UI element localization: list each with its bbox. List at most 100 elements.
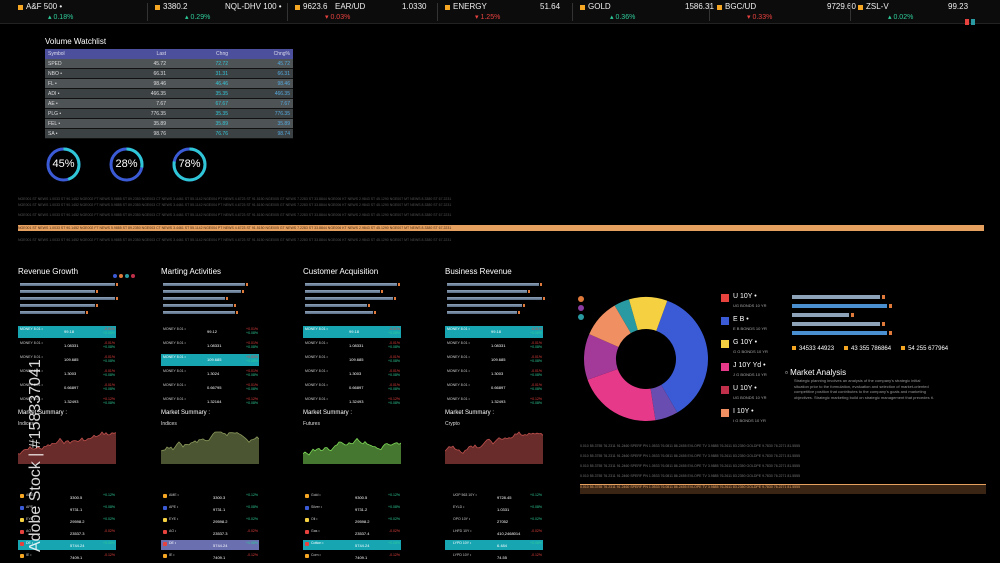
ticker-name: GOLD (588, 2, 611, 11)
detail-label: AO • (169, 529, 177, 533)
table-row[interactable]: PLG • 776.35 35.35 776.35 (45, 109, 293, 119)
row-label: MONEY 8.01 • (163, 341, 186, 345)
row-value: 1.32164 (207, 399, 222, 404)
row-label: MONEY 8.01 • (305, 341, 328, 345)
market-row[interactable]: MONEY 8.01 • 0.66897 -0.01% +0.08% (445, 382, 543, 394)
detail-label: Silver • (311, 505, 322, 509)
table-row[interactable]: SA • 98.76 76.76 98.74 (45, 129, 293, 139)
row-change-2: +0.08% (530, 387, 542, 391)
market-row[interactable]: MONEY 8.01 • 109.685 -0.01% +0.08% (445, 354, 543, 366)
detail-row[interactable]: Silver • 9731.2 +0.08% (303, 504, 401, 514)
market-row[interactable]: MONEY 8.01 • 99.18 -0.01% +0.08% (445, 326, 543, 338)
detail-row[interactable]: Corn • 7409.1 -0.12% (303, 552, 401, 562)
detail-row[interactable]: AO • 23537.3 -0.02% (161, 528, 259, 538)
row-change-2: +0.08% (246, 331, 258, 335)
market-row[interactable]: MONEY 8.01 • 0.66795 +0.01% +0.08% (161, 382, 259, 394)
market-row[interactable]: MONEY 8.01 • 109.685 -0.01% +0.08% (303, 354, 401, 366)
area-fill (161, 432, 259, 464)
row-value: 99.18 (64, 329, 75, 334)
progress-bar (20, 297, 118, 300)
market-row[interactable]: MONEY 8.01 • 1.08331 -0.01% +0.08% (445, 340, 543, 352)
table-line: 0.010 55.3755 76.2311 91.2460 SPERF PN 1… (580, 454, 801, 458)
table-row[interactable]: FEL • 35.89 35.89 35.89 (45, 119, 293, 129)
col-symbol: Symbol (48, 51, 65, 57)
detail-row[interactable]: Oil • 29598.2 +0.02% (303, 516, 401, 526)
table-cell: 31.31 (215, 70, 228, 77)
legend-sub: J G BONDS 10 YR (733, 372, 767, 377)
market-row[interactable]: MONEY 8.01 • 1.32493 +0.12% +0.08% (303, 396, 401, 408)
ticker-name: ZSL-V (866, 2, 889, 11)
ticker-change: ▾ 1.25% (475, 13, 500, 21)
table-row[interactable]: SPED 45.72 72.72 45.72 (45, 59, 293, 69)
table-cell: 45.72 (153, 60, 166, 67)
market-row[interactable]: MONEY 8.01 • 1.3003 -0.01% +0.08% (445, 368, 543, 380)
detail-row[interactable]: IE • 7409.1 -0.12% (161, 552, 259, 562)
table-row[interactable]: NBO • 66.31 31.31 66.31 (45, 69, 293, 79)
detail-row[interactable]: OPO 10Y • 27052 +0.02% (445, 516, 543, 526)
detail-row[interactable]: AME • 3300.3 +0.12% (161, 492, 259, 502)
detail-row[interactable]: LYPD 10Y • 74.55 -0.12% (445, 552, 543, 562)
detail-row[interactable]: UOP 563 10Y • 9728.45 +0.12% (445, 492, 543, 502)
ticker-value: 99.23 (948, 2, 969, 11)
legend-item[interactable]: I 10Y • I G BONDS 10 YR (721, 408, 785, 431)
market-row[interactable]: MONEY 8.01 • 1.3003 -0.01% +0.08% (303, 368, 401, 380)
market-row[interactable]: MONEY 8.01 • 1.08331 +0.01% +0.08% (161, 340, 259, 352)
detail-change: -0.12% (530, 553, 542, 557)
legend-item[interactable]: J 10Y Yd • J G BONDS 10 YR (721, 362, 785, 385)
row-value: 99.12 (207, 329, 218, 334)
market-row[interactable]: MONEY 8.01 • 1.32164 +0.12% +0.08% (161, 396, 259, 408)
detail-row[interactable]: LHFD 10Y • 410,2468014 -0.02% (445, 528, 543, 538)
detail-row[interactable]: Cotton • 5744.24 +0.08% (303, 540, 401, 550)
detail-row[interactable]: LYPD 10Y • 6.484 +0.08% (445, 540, 543, 550)
row-label: MONEY 8.01 • (447, 355, 470, 359)
detail-value: 29598.2 (70, 519, 85, 524)
table-row[interactable]: FL • 98.46 46.46 98.46 (45, 79, 293, 89)
row-value: 109.685 (349, 357, 364, 362)
ticker-change: ▴ 0.36% (610, 13, 635, 21)
progress-bar (447, 297, 545, 300)
detail-label: UOP 563 10Y • (453, 493, 477, 497)
row-change: -0.01% +0.08% (103, 327, 115, 335)
detail-label: OPO 10Y • (453, 517, 471, 521)
detail-value: 5744.24 (355, 543, 370, 548)
row-marker (305, 542, 309, 546)
detail-row[interactable]: Gold • 9300.5 +0.12% (303, 492, 401, 502)
detail-row[interactable]: EYLD • 1.0331 +0.08% (445, 504, 543, 514)
detail-row[interactable]: DE • 5744.24 +0.08% (161, 540, 259, 550)
donut-legend: U 10Y • UG BONDS 10 YR E B • E B BONDS 10 Y… (721, 293, 785, 431)
col-chng: Chng (216, 51, 228, 57)
legend-item[interactable]: E B • E B BONDS 10 YR (721, 316, 785, 339)
legend-item[interactable]: U 10Y • UG BONDS 10 YR (721, 385, 785, 408)
detail-change: -0.12% (388, 553, 400, 557)
detail-row[interactable]: EYE • 29598.2 +0.02% (161, 516, 259, 526)
ticker-marker (155, 5, 160, 10)
table-cell: 66.31 (153, 70, 166, 77)
detail-change: +0.08% (530, 541, 542, 545)
progress-bar (447, 304, 525, 307)
news-band: NGE001 ST NEWS 1.0033 ST 90.1452 NGE002 … (18, 203, 452, 207)
stat-value: 34533 44923 (799, 346, 835, 352)
market-row[interactable]: MONEY 8.01 • 109.685 +0.01% +0.08% (161, 354, 259, 366)
row-change-2: +0.08% (103, 345, 115, 349)
table-row[interactable]: AE • 7.67 67.67 7.67 (45, 99, 293, 109)
table-row[interactable]: ADI • 466.35 35.35 466.35 (45, 89, 293, 99)
legend-item[interactable]: U 10Y • UG BONDS 10 YR (721, 293, 785, 316)
market-row[interactable]: MONEY 8.01 • 0.66897 -0.01% +0.08% (303, 382, 401, 394)
market-row[interactable]: MONEY 8.01 • 99.12 +0.01% +0.08% (161, 326, 259, 338)
ticker-value: NQL-DHV 100 • (225, 2, 282, 11)
legend-swatch (721, 294, 729, 302)
market-row[interactable]: MONEY 8.01 • 99.18 -0.01% +0.08% (303, 326, 401, 338)
market-row[interactable]: MONEY 8.01 • 1.08331 -0.01% +0.08% (303, 340, 401, 352)
detail-row[interactable]: APE • 9731.1 +0.08% (161, 504, 259, 514)
watchlist-title: Volume Watchlist (45, 37, 107, 46)
detail-change: +0.02% (530, 517, 542, 521)
table-cell: 776.35 (150, 110, 166, 117)
market-row[interactable]: MONEY 8.01 • 1.3024 +0.01% +0.08% (161, 368, 259, 380)
ticker-separator (287, 3, 288, 21)
row-change: +0.12% +0.08% (103, 397, 115, 405)
detail-row[interactable]: Gas • 23537.4 -0.02% (303, 528, 401, 538)
market-row[interactable]: MONEY 8.01 • 1.32493 +0.12% +0.08% (445, 396, 543, 408)
row-change: +0.12% +0.08% (388, 397, 400, 405)
legend-item[interactable]: G 10Y • G G BONDS 10 YR (721, 339, 785, 362)
detail-value: 9731.2 (355, 507, 368, 512)
